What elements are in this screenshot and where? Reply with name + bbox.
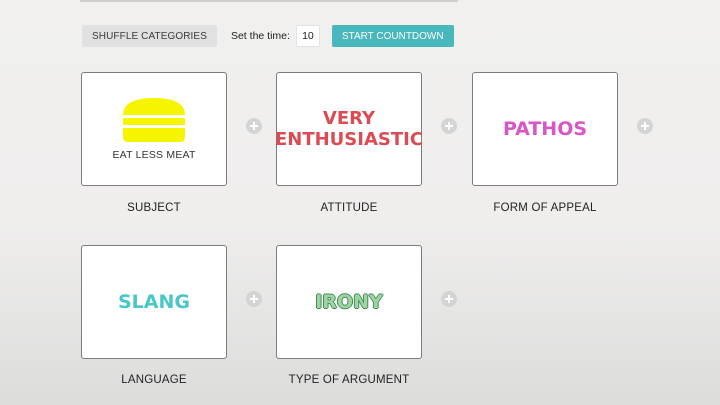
plus-circle-icon[interactable] (246, 291, 262, 307)
time-label: Set the time: (230, 30, 290, 42)
card-subject[interactable]: EAT LESS MEAT (81, 72, 227, 186)
controls-bar: SHUFFLE CATEGORIES Set the time: 10 STAR… (82, 25, 454, 47)
shuffle-categories-button[interactable]: SHUFFLE CATEGORIES (82, 25, 217, 47)
category-label-attitude: ATTITUDE (320, 202, 378, 214)
type-of-argument-value: IRONY (315, 291, 383, 313)
subject-value: EAT LESS MEAT (112, 149, 196, 161)
form-of-appeal-value: PATHOS (502, 118, 588, 140)
card-type-of-argument[interactable]: IRONY (276, 245, 422, 359)
language-value: SLANG (118, 291, 190, 313)
card-attitude[interactable]: VERY ENTHUSIASTIC (275, 72, 423, 186)
plus-circle-icon[interactable] (246, 118, 262, 134)
time-input[interactable]: 10 (295, 25, 320, 47)
category-label-language: LANGUAGE (121, 374, 187, 386)
plus-circle-icon[interactable] (637, 118, 653, 134)
attitude-value: VERY ENTHUSIASTIC (275, 108, 423, 150)
category-label-form-of-appeal: FORM OF APPEAL (493, 202, 597, 214)
attitude-value-line2: ENTHUSIASTIC (274, 129, 424, 150)
card-language[interactable]: SLANG (81, 245, 227, 359)
category-label-type-of-argument: TYPE OF ARGUMENT (288, 374, 410, 386)
top-divider (80, 0, 458, 2)
plus-circle-icon[interactable] (441, 118, 457, 134)
plus-circle-icon[interactable] (441, 291, 457, 307)
start-countdown-button[interactable]: START COUNTDOWN (331, 25, 454, 47)
category-label-subject: SUBJECT (127, 202, 181, 214)
burger-icon (123, 98, 185, 142)
attitude-value-line1: VERY (322, 108, 376, 129)
card-form-of-appeal[interactable]: PATHOS (472, 72, 618, 186)
